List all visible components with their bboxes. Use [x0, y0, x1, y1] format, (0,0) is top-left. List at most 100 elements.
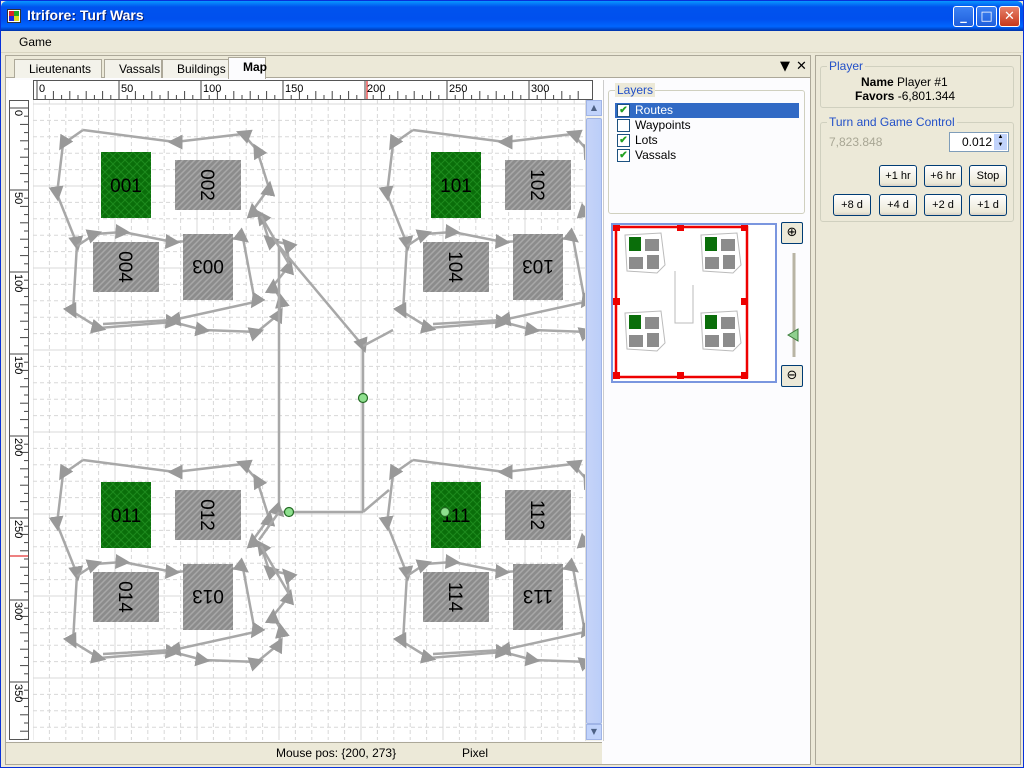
- advance-1d-button[interactable]: +1 d: [969, 194, 1007, 216]
- lot-label: 104: [444, 251, 465, 283]
- minimap-lot: [705, 257, 719, 269]
- layer-waypoints-label: Waypoints: [635, 118, 691, 132]
- minimap-lot: [629, 335, 643, 347]
- horizontal-ruler: 0 50 100 150 200 250 300: [33, 80, 593, 100]
- minimap-viewport-handle: [677, 224, 684, 231]
- lot-label: 013: [192, 585, 224, 606]
- ruler-label: 300: [531, 83, 549, 95]
- route-center-ne: [362, 328, 394, 348]
- stop-button[interactable]: Stop: [969, 165, 1007, 187]
- lot-label: 003: [192, 255, 224, 276]
- player-name-row: Name Player #1: [861, 75, 948, 89]
- menu-game[interactable]: Game: [13, 35, 58, 49]
- status-bar: Mouse pos: {200, 273} Pixel: [6, 742, 602, 764]
- minimap-lot: [705, 315, 717, 329]
- app-window: Itrifore: Turf Wars _ □ ✕ Game Lieutenan…: [0, 0, 1024, 768]
- speed-value[interactable]: 0.012: [962, 135, 992, 149]
- ruler-label: 350: [12, 684, 24, 702]
- layer-vassals-checkbox[interactable]: ✔: [617, 149, 630, 162]
- lot-label: 112: [526, 500, 547, 530]
- minimap-lot: [629, 237, 641, 251]
- layer-lots[interactable]: ✔ Lots: [615, 133, 799, 148]
- app-icon: [7, 9, 21, 23]
- player-name: Player #1: [897, 75, 948, 89]
- close-button[interactable]: ✕: [999, 6, 1020, 27]
- minimap-canvas[interactable]: [613, 224, 775, 381]
- minimap-viewport-handle: [677, 372, 684, 379]
- minimap[interactable]: [611, 223, 777, 383]
- player-favors: -6,801.344: [897, 89, 956, 103]
- layer-waypoints[interactable]: Waypoints: [615, 118, 799, 133]
- minimap-lot: [723, 333, 735, 347]
- advance-1hr-button[interactable]: +1 hr: [879, 165, 917, 187]
- layer-vassals-label: Vassals: [635, 148, 677, 162]
- lot-label: 114: [444, 582, 465, 613]
- minimap-viewport-handle: [741, 372, 748, 379]
- tab-vassals[interactable]: Vassals: [104, 59, 162, 78]
- advance-2d-button[interactable]: +2 d: [924, 194, 962, 216]
- mouse-position: Mouse pos: {200, 273}: [276, 746, 397, 760]
- route-center-west: [268, 246, 363, 518]
- minimap-viewport-handle: [741, 224, 748, 231]
- advance-4d-button[interactable]: +4 d: [879, 194, 917, 216]
- tab-buildings[interactable]: Buildings: [162, 59, 230, 78]
- scroll-down-button[interactable]: ▼: [586, 724, 602, 740]
- ruler-label: 0: [39, 83, 45, 95]
- minimap-lot: [629, 315, 641, 329]
- ruler-label: 200: [12, 438, 24, 456]
- minimap-lot: [723, 255, 735, 269]
- ruler-label: 100: [203, 83, 221, 95]
- scroll-up-button[interactable]: ▲: [586, 100, 602, 116]
- map-view[interactable]: 0 50 100 150 200 250 300 0 50 100 150 200 250 300 350…: [9, 80, 604, 741]
- map-canvas[interactable]: 001 002003004101 102103104011 012013014111 1…: [33, 100, 585, 740]
- zoom-out-button[interactable]: ⊖: [781, 365, 803, 387]
- route-center-se: [362, 489, 390, 513]
- layers-group: Layers ✔ Routes Waypoints ✔ Lots ✔ Vassa…: [608, 83, 805, 214]
- speed-stepper[interactable]: 0.012 ▲ ▼: [949, 132, 1009, 152]
- layer-vassals[interactable]: ✔ Vassals: [615, 148, 799, 163]
- tab-lieutenants[interactable]: Lieutenants: [14, 59, 102, 78]
- minimize-button[interactable]: _: [953, 6, 974, 27]
- player-group: Player Name Player #1 Favors -6,801.344: [820, 59, 1014, 108]
- map-vertical-scrollbar[interactable]: ▲ ▼: [585, 100, 602, 741]
- ruler-label: 150: [12, 356, 24, 374]
- layer-routes[interactable]: ✔ Routes: [615, 103, 799, 118]
- title-bar[interactable]: Itrifore: Turf Wars _ □ ✕: [1, 1, 1023, 31]
- route-spur: [259, 215, 291, 265]
- minimap-lot: [705, 237, 717, 251]
- route-center-north: [278, 245, 368, 512]
- coordinate-unit: Pixel: [462, 746, 489, 760]
- minimap-viewport-handle: [613, 224, 620, 231]
- scroll-thumb[interactable]: [586, 118, 602, 724]
- lot-label: 011: [111, 506, 141, 527]
- layer-waypoints-checkbox[interactable]: [617, 119, 630, 132]
- minimap-lot: [705, 335, 719, 347]
- layer-lots-checkbox[interactable]: ✔: [617, 134, 630, 147]
- tab-list-dropdown-icon[interactable]: ▼: [780, 59, 790, 74]
- minimap-viewport-handle: [613, 298, 620, 305]
- advance-8d-button[interactable]: +8 d: [833, 194, 871, 216]
- side-panel: Player Name Player #1 Favors -6,801.344 …: [815, 55, 1021, 765]
- speed-up-icon[interactable]: ▲: [994, 134, 1007, 142]
- minimap-lot: [645, 239, 659, 251]
- speed-down-icon[interactable]: ▼: [994, 142, 1007, 150]
- window-title: Itrifore: Turf Wars: [27, 7, 144, 23]
- vertical-ruler-ticks: 0 50 100 150 200 250 300 350: [10, 107, 28, 740]
- minimap-viewport-handle: [613, 372, 620, 379]
- tab-close-icon[interactable]: ✕: [796, 59, 807, 74]
- zoom-in-button[interactable]: ⊕: [781, 222, 803, 244]
- minimap-lot: [721, 239, 735, 251]
- ruler-label: 100: [12, 274, 24, 292]
- document-pane: Lieutenants Vassals Buildings Map ▼ ✕ 0 5…: [5, 55, 811, 765]
- ruler-label: 50: [12, 192, 24, 204]
- advance-6hr-button[interactable]: +6 hr: [924, 165, 962, 187]
- lot-label: 002: [196, 169, 217, 201]
- tab-map[interactable]: Map: [228, 57, 267, 79]
- lot-label: 014: [114, 581, 135, 613]
- maximize-button[interactable]: □: [976, 6, 997, 27]
- ruler-label: 0: [12, 110, 24, 116]
- vassal-marker: [357, 392, 369, 404]
- minimap-lot: [647, 255, 659, 269]
- zoom-slider[interactable]: [784, 251, 804, 361]
- layer-routes-checkbox[interactable]: ✔: [617, 104, 630, 117]
